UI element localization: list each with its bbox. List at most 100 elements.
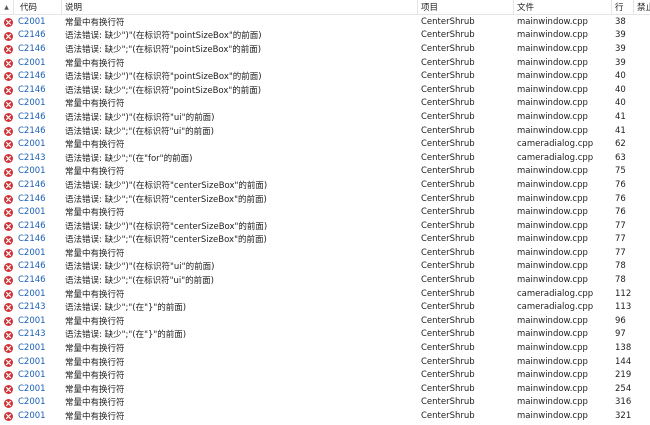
table-row[interactable]: C2146 语法错误: 缺少";"(在标识符"pointSizeBox"的前面) C… — [0, 83, 650, 97]
cell-project: CenterShrub — [418, 178, 514, 192]
cell-line: 219 — [612, 368, 634, 382]
cell-project-text: CenterShrub — [421, 315, 475, 326]
cell-code-text[interactable]: C2001 — [18, 384, 46, 394]
cell-code-text[interactable]: C2146 — [18, 44, 46, 54]
cell-code-text[interactable]: C2146 — [18, 112, 46, 122]
table-row[interactable]: C2143 语法错误: 缺少";"(在"for"的前面) CenterShrub ca… — [0, 151, 650, 165]
table-row[interactable]: C2146 语法错误: 缺少";"(在标识符"ui"的前面) CenterShrub… — [0, 273, 650, 287]
cell-code-text[interactable]: C2001 — [18, 98, 46, 108]
cell-line-text: 39 — [615, 57, 626, 68]
table-row[interactable]: C2146 语法错误: 缺少")"(在标识符"centerSizeBox"的前面)… — [0, 219, 650, 233]
cell-code: C2001 — [0, 137, 62, 151]
table-row[interactable]: C2001 常量中有换行符 CenterShrub mainwindow.cpp 144 — [0, 355, 650, 369]
cell-project: CenterShrub — [418, 273, 514, 287]
column-header-line[interactable]: 行 — [612, 0, 634, 14]
cell-code: C2143 — [0, 328, 62, 342]
table-row[interactable]: C2143 语法错误: 缺少";"(在"}"的前面) CenterShrub came… — [0, 300, 650, 314]
table-row[interactable]: C2146 语法错误: 缺少";"(在标识符"ui"的前面) CenterShrub… — [0, 124, 650, 138]
cell-code-text[interactable]: C2001 — [18, 207, 46, 217]
cell-description: 语法错误: 缺少")"(在标识符"ui"的前面) — [62, 110, 418, 124]
cell-code-text[interactable]: C2146 — [18, 194, 46, 204]
table-row[interactable]: C2143 语法错误: 缺少";"(在"}"的前面) CenterShrub main… — [0, 328, 650, 342]
cell-description: 语法错误: 缺少";"(在标识符"pointSizeBox"的前面) — [62, 42, 418, 56]
cell-code: C2143 — [0, 151, 62, 165]
cell-code: C2146 — [0, 42, 62, 56]
cell-code-text[interactable]: C2146 — [18, 30, 46, 40]
cell-file-text: mainwindow.cpp — [517, 166, 588, 177]
table-row[interactable]: C2146 语法错误: 缺少";"(在标识符"centerSizeBox"的前面)… — [0, 233, 650, 247]
table-row[interactable]: C2146 语法错误: 缺少")"(在标识符"centerSizeBox"的前面)… — [0, 178, 650, 192]
cell-code-text[interactable]: C2001 — [18, 248, 46, 258]
cell-code-text[interactable]: C2001 — [18, 397, 46, 407]
table-row[interactable]: C2001 常量中有换行符 CenterShrub mainwindow.cpp 38 — [0, 15, 650, 29]
table-row[interactable]: C2001 常量中有换行符 CenterShrub mainwindow.cpp 96 — [0, 314, 650, 328]
cell-file-text: mainwindow.cpp — [517, 275, 588, 286]
cell-description: 语法错误: 缺少")"(在标识符"pointSizeBox"的前面) — [62, 29, 418, 43]
column-header-file[interactable]: 文件 — [514, 0, 612, 14]
cell-line-text: 97 — [615, 329, 626, 340]
cell-code-text[interactable]: C2001 — [18, 139, 46, 149]
column-header-code[interactable]: 代码 — [0, 0, 62, 14]
cell-code: C2001 — [0, 165, 62, 179]
table-row[interactable]: C2146 语法错误: 缺少";"(在标识符"pointSizeBox"的前面) C… — [0, 42, 650, 56]
cell-code-text[interactable]: C2143 — [18, 329, 46, 339]
cell-project-text: CenterShrub — [421, 57, 475, 68]
table-row[interactable]: C2001 常量中有换行符 CenterShrub mainwindow.cpp 75 — [0, 165, 650, 179]
cell-line: 254 — [612, 382, 634, 396]
cell-line: 62 — [612, 137, 634, 151]
cell-code-text[interactable]: C2143 — [18, 153, 46, 163]
table-row[interactable]: C2001 常量中有换行符 CenterShrub mainwindow.cpp 77 — [0, 246, 650, 260]
table-row[interactable]: C2146 语法错误: 缺少")"(在标识符"ui"的前面) CenterShrub… — [0, 110, 650, 124]
column-header-project[interactable]: 项目 — [418, 0, 514, 14]
cell-code-text[interactable]: C2146 — [18, 275, 46, 285]
cell-description: 常量中有换行符 — [62, 246, 418, 260]
table-row[interactable]: C2001 常量中有换行符 CenterShrub cameradialog.cpp 1… — [0, 287, 650, 301]
cell-code-text[interactable]: C2001 — [18, 411, 46, 421]
table-row[interactable]: C2001 常量中有换行符 CenterShrub mainwindow.cpp 40 — [0, 97, 650, 111]
cell-code-text[interactable]: C2146 — [18, 221, 46, 231]
cell-code-text[interactable]: C2001 — [18, 166, 46, 176]
table-row[interactable]: C2146 语法错误: 缺少";"(在标识符"centerSizeBox"的前面)… — [0, 192, 650, 206]
column-header-suppression[interactable]: 禁止 — [634, 0, 650, 14]
cell-code: C2001 — [0, 396, 62, 410]
cell-project-text: CenterShrub — [421, 356, 475, 367]
table-row[interactable]: C2146 语法错误: 缺少")"(在标识符"pointSizeBox"的前面) C… — [0, 29, 650, 43]
cell-code: C2146 — [0, 260, 62, 274]
table-row[interactable]: C2001 常量中有换行符 CenterShrub mainwindow.cpp 321 — [0, 409, 650, 423]
table-row[interactable]: C2146 语法错误: 缺少")"(在标识符"ui"的前面) CenterShrub… — [0, 260, 650, 274]
table-row[interactable]: C2001 常量中有换行符 CenterShrub mainwindow.cpp 138 — [0, 341, 650, 355]
column-header-description[interactable]: 说明 — [62, 0, 418, 14]
cell-code: C2001 — [0, 205, 62, 219]
cell-file-text: mainwindow.cpp — [517, 98, 588, 109]
cell-line: 39 — [612, 56, 634, 70]
table-row[interactable]: C2001 常量中有换行符 CenterShrub mainwindow.cpp 254 — [0, 382, 650, 396]
table-row[interactable]: C2001 常量中有换行符 CenterShrub cameradialog.cpp 6… — [0, 137, 650, 151]
table-row[interactable]: C2146 语法错误: 缺少")"(在标识符"pointSizeBox"的前面) C… — [0, 69, 650, 83]
error-list-grid: ▲ 代码 说明 项目 文件 行 禁止 C2001 常量中有换行符 CenterShr… — [0, 0, 650, 425]
cell-code-text[interactable]: C2001 — [18, 343, 46, 353]
cell-code-text[interactable]: C2143 — [18, 302, 46, 312]
cell-code: C2001 — [0, 246, 62, 260]
cell-code-text[interactable]: C2146 — [18, 261, 46, 271]
cell-description-text: 常量中有换行符 — [65, 140, 125, 151]
cell-code-text[interactable]: C2001 — [18, 370, 46, 380]
cell-code-text[interactable]: C2146 — [18, 180, 46, 190]
table-row[interactable]: C2001 常量中有换行符 CenterShrub mainwindow.cpp 316 — [0, 396, 650, 410]
cell-file: cameradialog.cpp — [514, 151, 612, 165]
cell-line: 75 — [612, 165, 634, 179]
cell-code-text[interactable]: C2146 — [18, 126, 46, 136]
cell-file: mainwindow.cpp — [514, 382, 612, 396]
cell-description-text: 常量中有换行符 — [65, 316, 125, 327]
cell-code-text[interactable]: C2001 — [18, 316, 46, 326]
table-row[interactable]: C2001 常量中有换行符 CenterShrub mainwindow.cpp 39 — [0, 56, 650, 70]
cell-code-text[interactable]: C2001 — [18, 58, 46, 68]
table-row[interactable]: C2001 常量中有换行符 CenterShrub mainwindow.cpp 219 — [0, 368, 650, 382]
cell-code-text[interactable]: C2146 — [18, 71, 46, 81]
table-row[interactable]: C2001 常量中有换行符 CenterShrub mainwindow.cpp 76 — [0, 205, 650, 219]
cell-code-text[interactable]: C2001 — [18, 357, 46, 367]
cell-code-text[interactable]: C2001 — [18, 17, 46, 27]
cell-code-text[interactable]: C2001 — [18, 289, 46, 299]
cell-file: mainwindow.cpp — [514, 15, 612, 29]
cell-code-text[interactable]: C2146 — [18, 234, 46, 244]
cell-code-text[interactable]: C2146 — [18, 85, 46, 95]
